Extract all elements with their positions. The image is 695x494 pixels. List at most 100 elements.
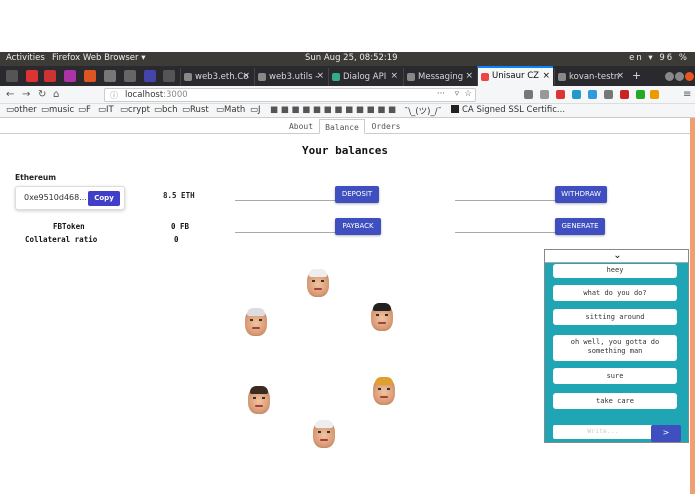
lang-indicator[interactable]: en ▾: [629, 53, 655, 63]
close-icon[interactable]: ×: [316, 71, 324, 81]
copy-button[interactable]: Copy: [88, 191, 120, 206]
eth-balance: 8.5 ETH: [163, 191, 195, 200]
new-tab-button[interactable]: +: [632, 69, 641, 82]
bookmark-folder[interactable]: ▭bch: [154, 105, 178, 115]
extension-icon[interactable]: [572, 90, 581, 99]
amount-input-withdraw[interactable]: [455, 200, 555, 201]
pinned-tab-icon[interactable]: [144, 70, 156, 82]
home-icon[interactable]: ⌂: [53, 89, 59, 100]
bookmark-folder[interactable]: ▭other: [6, 105, 37, 115]
bookmark-shrug[interactable]: ¯\_(ツ)_/¯: [404, 105, 442, 117]
tab-favicon: [258, 73, 266, 81]
bookmark-folder[interactable]: ▭Rust: [182, 105, 209, 115]
system-tray[interactable]: en ▾ 96 %: [629, 53, 689, 63]
wallet-address: 0xe9510d468...: [24, 193, 87, 202]
page-actions-icon[interactable]: ···: [437, 89, 445, 99]
tab-about[interactable]: About: [283, 119, 319, 134]
library-icon[interactable]: [524, 90, 533, 99]
bookmark-folder[interactable]: ▭IT: [98, 105, 114, 115]
reload-icon[interactable]: ↻: [38, 89, 46, 100]
close-icon[interactable]: ×: [465, 71, 473, 81]
pinned-tab-icon[interactable]: [26, 70, 38, 82]
extension-icon[interactable]: [604, 90, 613, 99]
bookmark-folder[interactable]: ▭J: [250, 105, 261, 115]
extension-icon[interactable]: [650, 90, 659, 99]
tab-web3-utils[interactable]: web3.utils - ×: [254, 68, 327, 86]
github-tab-icon[interactable]: [163, 70, 175, 82]
extension-icon[interactable]: [620, 90, 629, 99]
bookmark-folder[interactable]: ▭Math: [216, 105, 245, 115]
chat-message: sure: [553, 368, 677, 384]
pinned-tab-icon[interactable]: [44, 70, 56, 82]
face-image: [371, 303, 393, 331]
bookmark-folder[interactable]: ▭crypt: [120, 105, 150, 115]
extension-icon[interactable]: [636, 90, 645, 99]
send-button[interactable]: >: [651, 425, 681, 442]
tab-favicon: [184, 73, 192, 81]
fbtoken-label: FBToken: [53, 222, 85, 231]
clock[interactable]: Sun Aug 25, 08:52:19: [305, 53, 398, 63]
battery-indicator[interactable]: 96 %: [659, 53, 689, 63]
extension-icon[interactable]: [588, 90, 597, 99]
bookmark-star-icon[interactable]: ☆: [464, 89, 472, 99]
chat-widget: ⌄ heey what do you do? sitting around oh…: [544, 249, 689, 443]
ethereum-label: Ethereum: [15, 173, 57, 182]
tab-unisaur[interactable]: Unisaur CZ ×: [477, 66, 553, 86]
tab-dialog-api[interactable]: Dialog API ×: [328, 68, 401, 86]
maximize-button[interactable]: [675, 72, 684, 81]
site-info-icon[interactable]: ⓘ: [110, 90, 118, 101]
close-icon[interactable]: ×: [242, 71, 250, 81]
amount-input-payback[interactable]: [235, 232, 335, 233]
tab-label: Messaging: [418, 72, 464, 82]
close-icon[interactable]: ×: [616, 71, 624, 81]
withdraw-button[interactable]: WITHDRAW: [555, 186, 607, 203]
pocket-icon[interactable]: ▿: [455, 89, 459, 99]
pinned-tab-icon[interactable]: [104, 70, 116, 82]
tab-label: kovan-testn: [569, 72, 620, 82]
pinned-tab-icon[interactable]: [64, 70, 76, 82]
chat-input[interactable]: Write...: [553, 425, 653, 439]
close-icon[interactable]: ×: [390, 71, 398, 81]
app-menu[interactable]: Firefox Web Browser ▾: [52, 53, 145, 63]
collateral-label: Collateral ratio: [25, 235, 98, 244]
tab-messaging[interactable]: Messaging ×: [403, 68, 476, 86]
close-icon[interactable]: ×: [542, 71, 550, 81]
bookmark-folder[interactable]: ▭F: [78, 105, 91, 115]
minimize-button[interactable]: [665, 72, 674, 81]
close-window-button[interactable]: [685, 72, 694, 81]
chat-collapse-button[interactable]: ⌄: [545, 250, 688, 263]
sidebar-icon[interactable]: [540, 90, 549, 99]
tab-balance[interactable]: Balance: [319, 119, 365, 134]
deposit-button[interactable]: DEPOSIT: [335, 186, 379, 203]
app-nav: About Balance Orders: [0, 119, 695, 134]
menu-icon[interactable]: ≡: [683, 89, 691, 100]
tab-label: web3.eth.Co: [195, 72, 249, 82]
fbtoken-balance: 0 FB: [171, 222, 190, 231]
forward-icon[interactable]: →: [22, 89, 30, 100]
url-bar[interactable]: ⓘ localhost:3000 ··· ▿ ☆: [104, 88, 476, 102]
scrollbar[interactable]: [690, 118, 695, 494]
pinned-tab-icon[interactable]: [84, 70, 96, 82]
payback-button[interactable]: PAYBACK: [335, 218, 381, 235]
face-image: [313, 420, 335, 448]
tab-web3-eth[interactable]: web3.eth.Co ×: [180, 68, 253, 86]
chat-message: sitting around: [553, 309, 677, 325]
generate-button[interactable]: GENERATE: [555, 218, 605, 235]
nav-toolbar: ← → ↻ ⌂ ⓘ localhost:3000 ··· ▿ ☆ ≡: [0, 86, 695, 104]
bookmark-ssl[interactable]: CA Signed SSL Certific...: [451, 105, 565, 115]
amount-input-deposit[interactable]: [235, 200, 335, 201]
amount-input-generate[interactable]: [455, 232, 555, 233]
activities-button[interactable]: Activities: [6, 53, 45, 63]
bookmark-folder[interactable]: ▭music: [41, 105, 74, 115]
tab-orders[interactable]: Orders: [365, 119, 407, 134]
tab-favicon: [558, 73, 566, 81]
back-icon[interactable]: ←: [6, 89, 14, 100]
tab-label: Dialog API: [343, 72, 387, 82]
page-content: About Balance Orders Your balances Ether…: [0, 118, 695, 494]
pinned-tab-icon[interactable]: [124, 70, 136, 82]
url-host: localhost: [125, 90, 164, 100]
extension-icon[interactable]: [556, 90, 565, 99]
bookmark-icons[interactable]: ■ ■ ■ ■ ■ ■ ■ ■ ■ ■ ■ ■: [270, 105, 396, 115]
tab-kovan[interactable]: kovan-testn ×: [554, 68, 627, 86]
pinned-tab-icon[interactable]: [6, 70, 18, 82]
